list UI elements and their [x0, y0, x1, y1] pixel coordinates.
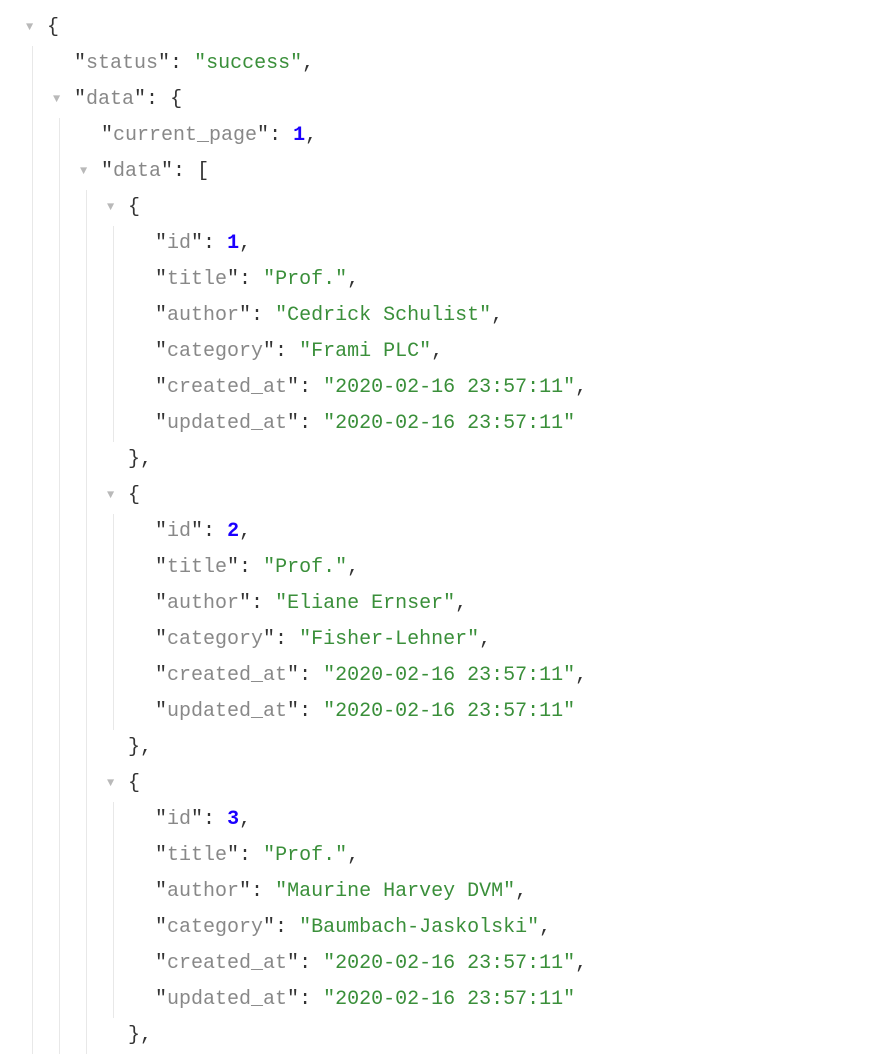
json-string-value: Frami PLC	[311, 334, 419, 370]
data-array-open: ▼"data": [	[20, 154, 864, 190]
json-string-value: 2020-02-16 23:57:11	[335, 370, 563, 406]
item-property: "updated_at": "2020-02-16 23:57:11"	[20, 406, 864, 442]
json-key: author	[167, 298, 239, 334]
collapse-toggle-icon[interactable]: ▼	[26, 17, 33, 39]
json-key: current_page	[113, 118, 257, 154]
item-close: },	[20, 442, 864, 478]
json-string-value: 2020-02-16 23:57:11	[335, 694, 563, 730]
item-property: "created_at": "2020-02-16 23:57:11",	[20, 370, 864, 406]
json-key: status	[86, 46, 158, 82]
item-property: "author": "Eliane Ernser",	[20, 586, 864, 622]
json-string-value: 2020-02-16 23:57:11	[335, 658, 563, 694]
item-property: "updated_at": "2020-02-16 23:57:11"	[20, 982, 864, 1018]
item-property: "title": "Prof.",	[20, 550, 864, 586]
json-string-value: Prof.	[275, 262, 335, 298]
json-key: id	[167, 802, 191, 838]
collapse-toggle-icon[interactable]: ▼	[53, 89, 60, 111]
collapse-toggle-icon[interactable]: ▼	[107, 773, 114, 795]
json-string-value: Fisher-Lehner	[311, 622, 467, 658]
item-property: "category": "Fisher-Lehner",	[20, 622, 864, 658]
json-number-value: 2	[227, 514, 239, 550]
json-key: updated_at	[167, 694, 287, 730]
item-property: "id": 3,	[20, 802, 864, 838]
json-number-value: 1	[293, 118, 305, 154]
json-key: updated_at	[167, 406, 287, 442]
item-property: "author": "Cedrick Schulist",	[20, 298, 864, 334]
json-key: created_at	[167, 370, 287, 406]
json-string-value: 2020-02-16 23:57:11	[335, 982, 563, 1018]
json-string-value: 2020-02-16 23:57:11	[335, 946, 563, 982]
collapse-toggle-icon[interactable]: ▼	[80, 161, 87, 183]
json-string-value: Eliane Ernser	[287, 586, 443, 622]
json-string-value: Baumbach-Jaskolski	[311, 910, 527, 946]
json-string-value: Cedrick Schulist	[287, 298, 479, 334]
item-property: "updated_at": "2020-02-16 23:57:11"	[20, 694, 864, 730]
item-property: "author": "Maurine Harvey DVM",	[20, 874, 864, 910]
root-open: ▼{	[20, 10, 864, 46]
collapse-toggle-icon[interactable]: ▼	[107, 197, 114, 219]
json-key: title	[167, 262, 227, 298]
json-key: id	[167, 226, 191, 262]
item-close: },	[20, 1018, 864, 1054]
item-property: "id": 1,	[20, 226, 864, 262]
json-key: id	[167, 514, 191, 550]
item-property: "id": 2,	[20, 514, 864, 550]
current-page-row: "current_page": 1,	[20, 118, 864, 154]
json-number-value: 3	[227, 802, 239, 838]
item-property: "title": "Prof.",	[20, 262, 864, 298]
json-key: author	[167, 586, 239, 622]
status-row: "status": "success",	[20, 46, 864, 82]
json-key: category	[167, 910, 263, 946]
json-key: title	[167, 550, 227, 586]
item-open: ▼{	[20, 478, 864, 514]
item-property: "category": "Baumbach-Jaskolski",	[20, 910, 864, 946]
item-open: ▼{	[20, 190, 864, 226]
json-key: created_at	[167, 658, 287, 694]
json-string-value: success	[206, 46, 290, 82]
json-string-value: Prof.	[275, 838, 335, 874]
json-key: category	[167, 334, 263, 370]
item-open: ▼{	[20, 766, 864, 802]
json-tree-viewer: ▼{"status": "success",▼"data": {"current…	[20, 10, 864, 1054]
json-key: created_at	[167, 946, 287, 982]
json-key: data	[113, 154, 161, 190]
item-property: "category": "Frami PLC",	[20, 334, 864, 370]
json-key: updated_at	[167, 982, 287, 1018]
item-close: },	[20, 730, 864, 766]
item-property: "created_at": "2020-02-16 23:57:11",	[20, 658, 864, 694]
json-string-value: Maurine Harvey DVM	[287, 874, 503, 910]
json-key: author	[167, 874, 239, 910]
json-number-value: 1	[227, 226, 239, 262]
data-object-open: ▼"data": {	[20, 82, 864, 118]
item-property: "title": "Prof.",	[20, 838, 864, 874]
collapse-toggle-icon[interactable]: ▼	[107, 485, 114, 507]
json-string-value: 2020-02-16 23:57:11	[335, 406, 563, 442]
json-string-value: Prof.	[275, 550, 335, 586]
item-property: "created_at": "2020-02-16 23:57:11",	[20, 946, 864, 982]
json-key: data	[86, 82, 134, 118]
json-key: category	[167, 622, 263, 658]
json-key: title	[167, 838, 227, 874]
